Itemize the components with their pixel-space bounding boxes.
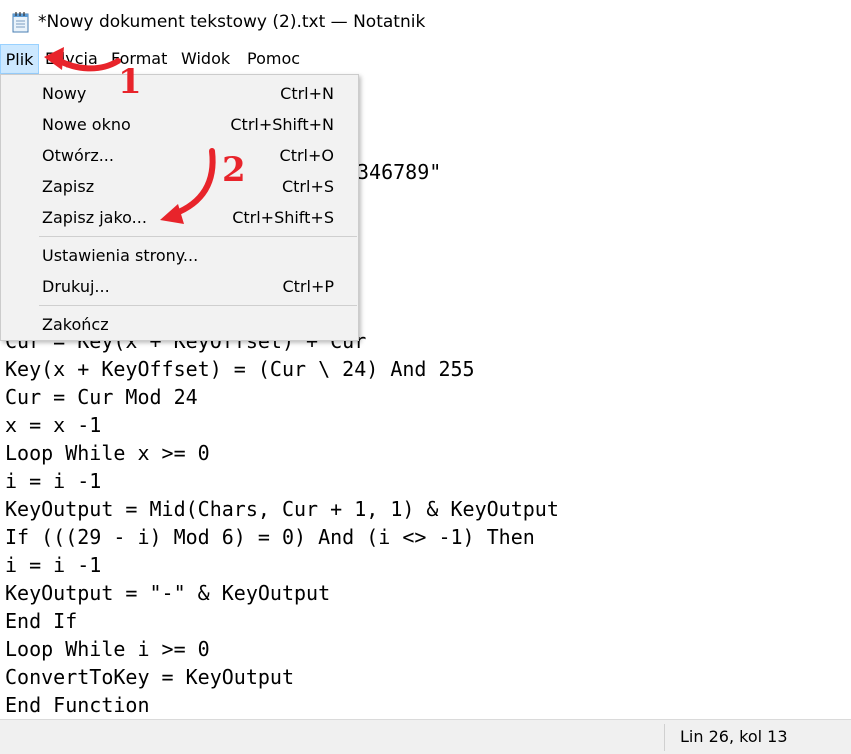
status-bar: Lin 26, kol 13 (0, 719, 851, 754)
menu-item-drukuj[interactable]: Drukuj... Ctrl+P (1, 271, 358, 302)
code-line: Loop While x >= 0 (5, 441, 210, 465)
menu-item-label: Zapisz jako... (42, 208, 147, 227)
code-line: ConvertToKey = KeyOutput (5, 665, 294, 689)
title-bar: *Nowy dokument tekstowy (2).txt — Notatn… (0, 0, 851, 44)
code-line: Key(x + KeyOffset) = (Cur \ 24) And 255 (5, 357, 475, 381)
code-line: x = x -1 (5, 413, 102, 437)
menu-item-label: Nowy (42, 84, 87, 103)
menu-pomoc[interactable]: Pomoc (247, 44, 300, 74)
notepad-icon (12, 12, 29, 33)
menu-item-label: Nowe okno (42, 115, 131, 134)
code-line: If (((29 - i) Mod 6) = 0) And (i <> -1) … (5, 525, 535, 549)
menu-item-shortcut: Ctrl+P (282, 277, 334, 296)
code-line: Cur = Cur Mod 24 (5, 385, 198, 409)
menu-item-shortcut: Ctrl+Shift+S (232, 208, 334, 227)
menu-item-shortcut: Ctrl+Shift+N (230, 115, 334, 134)
menu-item-label: Zakończ (42, 315, 109, 334)
menu-item-shortcut: Ctrl+N (280, 84, 334, 103)
menu-item-nowy[interactable]: Nowy Ctrl+N (1, 78, 358, 109)
menu-item-label: Ustawienia strony... (42, 246, 199, 265)
cursor-position: Lin 26, kol 13 (680, 727, 788, 746)
menu-item-label: Otwórz... (42, 146, 114, 165)
menu-item-nowe-okno[interactable]: Nowe okno Ctrl+Shift+N (1, 109, 358, 140)
code-line: i = i -1 (5, 553, 102, 577)
code-line: i = i -1 (5, 469, 102, 493)
code-line: End Function (5, 693, 150, 717)
menu-item-ustawienia-strony[interactable]: Ustawienia strony... (1, 240, 358, 271)
menu-item-zapisz-jako[interactable]: Zapisz jako... Ctrl+Shift+S (1, 202, 358, 233)
menu-plik[interactable]: Plik (0, 44, 39, 74)
menu-item-label: Drukuj... (42, 277, 110, 296)
menu-item-shortcut: Ctrl+S (281, 177, 334, 196)
menu-item-otworz[interactable]: Otwórz... Ctrl+O (1, 140, 358, 171)
menu-item-zakoncz[interactable]: Zakończ (1, 309, 358, 340)
code-line: KeyOutput = Mid(Chars, Cur + 1, 1) & Key… (5, 497, 559, 521)
menu-item-zapisz[interactable]: Zapisz Ctrl+S (1, 171, 358, 202)
status-divider (664, 724, 665, 751)
menu-item-label: Zapisz (42, 177, 95, 196)
menu-separator (39, 305, 357, 306)
menu-edycja[interactable]: Edycja (45, 44, 98, 74)
window-title: *Nowy dokument tekstowy (2).txt — Notatn… (38, 12, 426, 32)
code-line: End If (5, 609, 78, 633)
menu-item-shortcut: Ctrl+O (279, 146, 334, 165)
code-line: KeyOutput = "-" & KeyOutput (5, 581, 331, 605)
file-menu-dropdown: Nowy Ctrl+N Nowe okno Ctrl+Shift+N Otwór… (0, 74, 359, 341)
code-fragment: 346789" (357, 160, 442, 184)
annotation-step-2: 2 (222, 150, 246, 190)
menu-widok[interactable]: Widok (181, 44, 230, 74)
annotation-step-1: 1 (118, 62, 142, 102)
menu-separator (39, 236, 357, 237)
code-line: Loop While i >= 0 (5, 637, 210, 661)
